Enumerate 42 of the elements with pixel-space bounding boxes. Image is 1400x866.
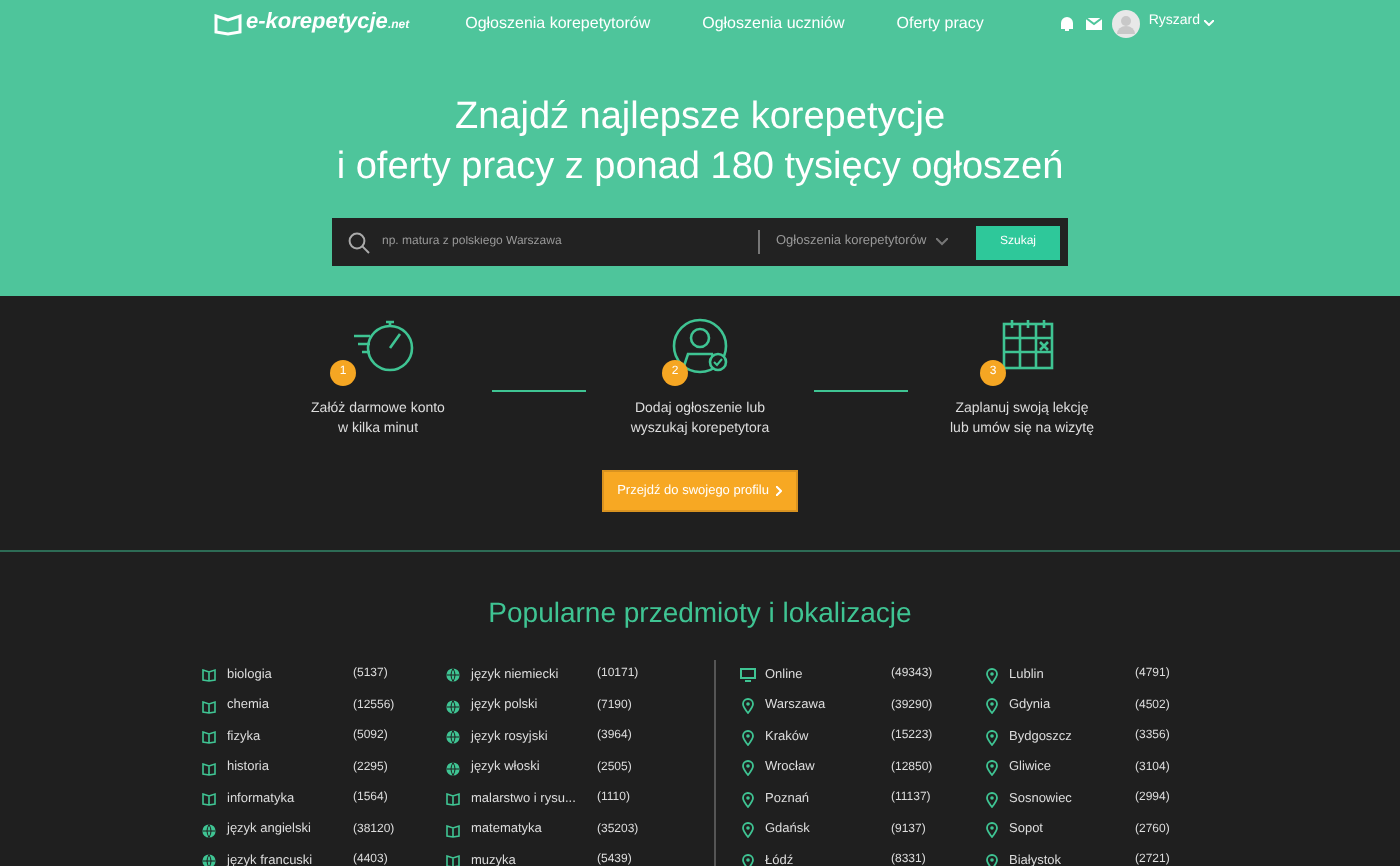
hero-title: Znajdź najlepsze korepetycje: [454, 94, 946, 142]
book-icon: [202, 792, 216, 807]
caret-icon: [936, 238, 948, 246]
location-pin-icon: [985, 853, 997, 866]
section-title: Popularne przedmioty i lokalizacje: [488, 594, 912, 632]
book-icon: [446, 823, 460, 838]
location-pin-icon: [985, 698, 997, 715]
avatar-icon[interactable]: [1112, 9, 1141, 37]
globe-icon: [446, 730, 460, 745]
monitor-icon: [739, 668, 755, 683]
location-pin-icon: [741, 853, 753, 866]
location-pin-icon: [741, 791, 753, 808]
book-logo-icon: [214, 11, 242, 35]
globe-icon: [446, 761, 460, 776]
book-icon: [202, 730, 216, 745]
hero-title: i oferty pracy z ponad 180 tysięcy ogłoszeń: [336, 144, 1064, 192]
location-pin-icon: [741, 698, 753, 715]
location-pin-icon: [985, 760, 997, 777]
location-pin-icon: [985, 667, 997, 684]
book-icon: [202, 699, 216, 714]
chevron-right-icon: [776, 486, 783, 496]
calendar-icon: [1000, 316, 1056, 372]
globe-icon: [202, 823, 216, 838]
mail-icon[interactable]: [1086, 17, 1103, 29]
book-icon: [202, 668, 216, 683]
stopwatch-icon: [350, 316, 418, 376]
book-icon: [446, 792, 460, 807]
location-pin-icon: [741, 822, 753, 839]
location-pin-icon: [985, 822, 997, 839]
location-pin-icon: [985, 791, 997, 808]
globe-icon: [446, 668, 460, 683]
location-pin-icon: [985, 729, 997, 746]
location-pin-icon: [741, 729, 753, 746]
book-icon: [446, 854, 460, 866]
location-pin-icon: [741, 760, 753, 777]
globe-icon: [446, 699, 460, 714]
book-icon: [202, 761, 216, 776]
bell-icon[interactable]: [1060, 15, 1075, 31]
tutor-icon: [670, 316, 730, 376]
search-icon: [348, 231, 370, 253]
globe-icon: [202, 854, 216, 866]
caret-icon: [1204, 20, 1214, 26]
